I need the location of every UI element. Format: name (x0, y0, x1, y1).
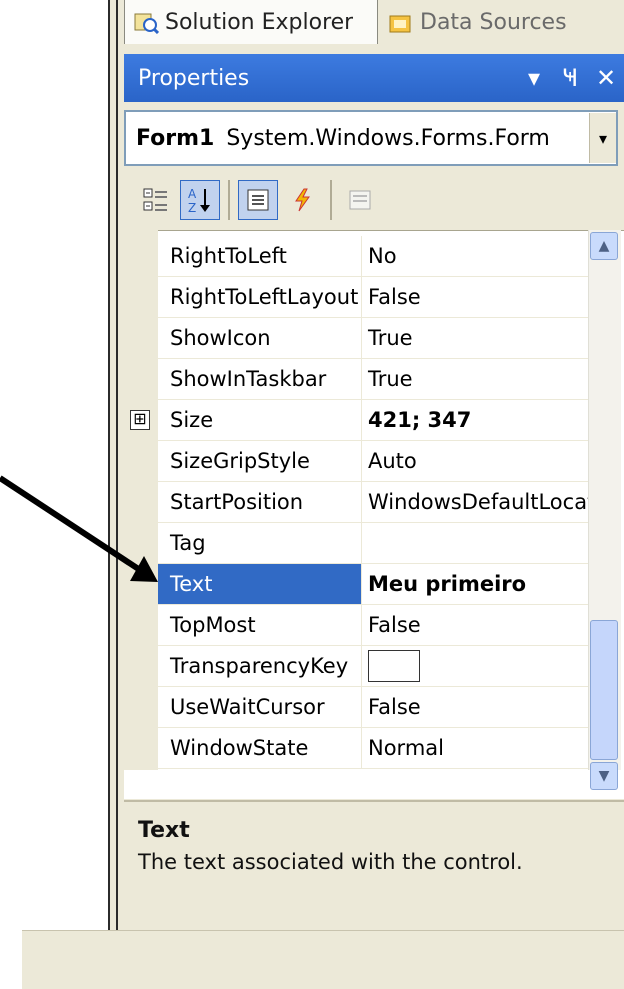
scroll-up-icon[interactable]: ▲ (590, 232, 618, 260)
property-row-sizegripstyle[interactable]: SizeGripStyle Auto (158, 441, 588, 482)
property-row-righttoleft[interactable]: RightToLeft No (158, 236, 588, 277)
property-value[interactable]: False (362, 605, 588, 645)
description-text: The text associated with the control. (138, 850, 523, 874)
alphabetical-icon: A Z (188, 187, 210, 215)
property-row-usewaitcursor[interactable]: UseWaitCursor False (158, 687, 588, 728)
events-button[interactable] (282, 180, 322, 220)
categorized-icon (143, 188, 167, 211)
property-row-startposition[interactable]: StartPosition WindowsDefaultLocation (158, 482, 588, 523)
property-value[interactable] (362, 646, 588, 686)
property-name: RightToLeft (158, 236, 362, 276)
property-name: Text (158, 564, 362, 604)
property-name: SizeGripStyle (158, 441, 362, 481)
property-row-transparencykey[interactable]: TransparencyKey (158, 646, 588, 687)
property-name: ShowIcon (158, 318, 362, 358)
property-row-showicon[interactable]: ShowIcon True (158, 318, 588, 359)
tab-label: Solution Explorer (165, 9, 354, 35)
property-pages-button[interactable] (340, 180, 380, 220)
property-name: Size (158, 400, 362, 440)
property-name: TopMost (158, 605, 362, 645)
property-name: WindowState (158, 728, 362, 768)
svg-text:A: A (188, 187, 197, 201)
property-name: StartPosition (158, 482, 362, 522)
dropdown-icon[interactable]: ▾ (516, 64, 552, 92)
expand-icon[interactable]: ⊞ (130, 410, 150, 430)
svg-text:Z: Z (188, 201, 196, 215)
events-icon (295, 188, 310, 212)
properties-button[interactable] (238, 180, 278, 220)
property-row-righttoleftlayout[interactable]: RightToLeftLayout False (158, 277, 588, 318)
property-row-text[interactable]: Text Meu primeiro (158, 564, 588, 605)
property-name: UseWaitCursor (158, 687, 362, 727)
chevron-down-icon[interactable]: ▾ (589, 113, 616, 163)
data-sources-icon (389, 15, 411, 33)
tab-label: Data Sources (420, 9, 567, 35)
property-value[interactable]: Auto (362, 441, 588, 481)
scroll-thumb[interactable] (590, 620, 618, 760)
pin-icon[interactable]: Ҹ (552, 64, 588, 92)
categorized-button[interactable] (136, 180, 176, 220)
alphabetical-button[interactable]: A Z (180, 180, 220, 220)
object-type: System.Windows.Forms.Form (226, 125, 550, 151)
property-row-showintaskbar[interactable]: ShowInTaskbar True (158, 359, 588, 400)
property-name: RightToLeftLayout (158, 277, 362, 317)
close-icon[interactable]: ✕ (588, 64, 624, 92)
solution-explorer-icon (134, 13, 159, 34)
property-row-size[interactable]: Size 421; 347 (158, 400, 588, 441)
property-value[interactable]: No (362, 236, 588, 276)
property-row-topmost[interactable]: TopMost False (158, 605, 588, 646)
pointer-arrow-icon (0, 475, 158, 582)
scroll-down-icon[interactable]: ▼ (590, 762, 618, 790)
property-value[interactable]: 421; 347 (362, 400, 588, 440)
property-name: ShowInTaskbar (158, 359, 362, 399)
property-row-tag[interactable]: Tag (158, 523, 588, 564)
properties-toolbar: A Z (124, 172, 624, 228)
property-value[interactable]: False (362, 277, 588, 317)
property-name: Tag (158, 523, 362, 563)
property-value[interactable]: Meu primeiro (362, 564, 588, 604)
property-row-windowstate[interactable]: WindowState Normal (158, 728, 588, 769)
property-pages-icon (349, 190, 371, 210)
description-title: Text (138, 818, 190, 843)
tab-solution-explorer[interactable]: Solution Explorer (124, 0, 378, 44)
object-name: Form1 (136, 125, 215, 151)
property-value[interactable]: True (362, 359, 588, 399)
properties-title-bar: Properties ▾ Ҹ ✕ (124, 54, 624, 102)
property-value[interactable]: True (362, 318, 588, 358)
properties-icon (247, 189, 269, 211)
tab-data-sources[interactable]: Data Sources (380, 0, 624, 44)
property-value[interactable]: WindowsDefaultLocation (362, 482, 588, 522)
property-value[interactable]: False (362, 687, 588, 727)
toolbar-separator (228, 180, 230, 220)
property-value[interactable] (362, 523, 588, 563)
panel-title: Properties (138, 65, 250, 91)
status-strip (22, 930, 624, 989)
object-selector[interactable]: Form1 System.Windows.Forms.Form ▾ (124, 110, 618, 166)
color-swatch (368, 650, 420, 682)
toolbar-separator (330, 180, 332, 220)
property-name: TransparencyKey (158, 646, 362, 686)
property-value[interactable]: Normal (362, 728, 588, 768)
